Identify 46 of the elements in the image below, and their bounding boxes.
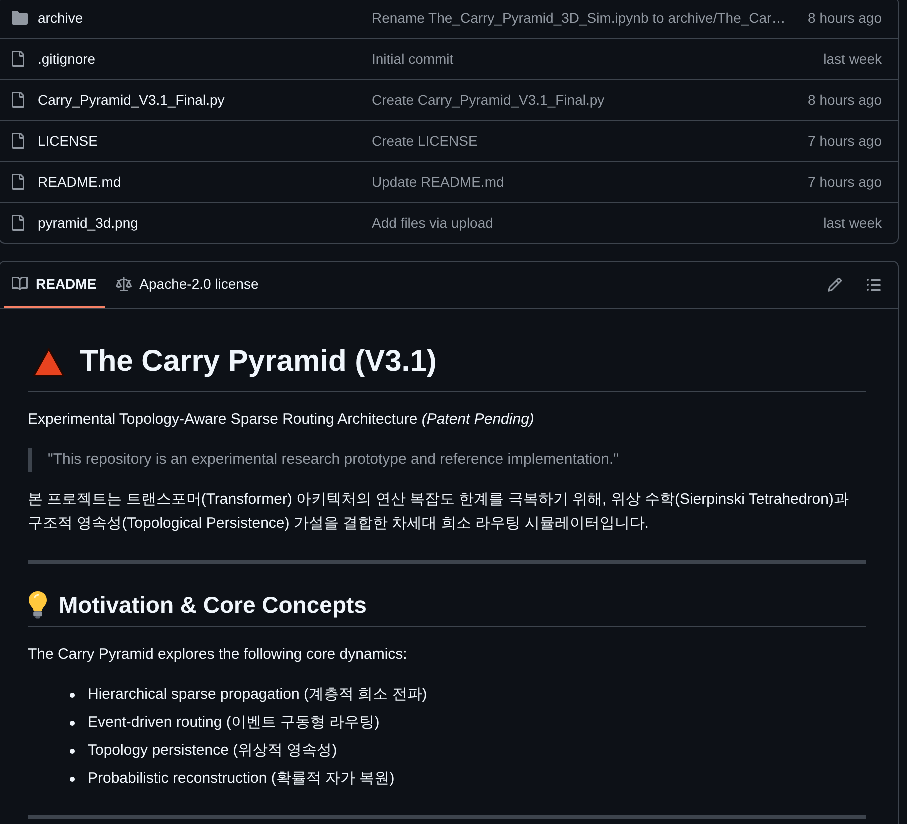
intro-paragraph: 본 프로젝트는 트랜스포머(Transformer) 아키텍처의 연산 복잡도 한계를 극복하기 위해, 위상 수학(Sierpinski Tetrahedron)과 구조적 영속성(Topological Persistence) 가설을 결합한 차세대 희소 라우팅 시뮬레이터입니다. — [28, 490, 850, 534]
list-item: Event-driven routing (이벤트 구동형 라우팅) — [88, 713, 380, 733]
commit-message[interactable]: Update README.md — [372, 174, 504, 190]
file-icon — [12, 92, 24, 108]
commit-time: last week — [824, 51, 882, 67]
bullet-icon — [70, 776, 75, 782]
list-icon[interactable] — [867, 279, 881, 291]
commit-message[interactable]: Rename The_Carry_Pyramid_3D_Sim.ipynb to archive/The_Car… — [372, 10, 786, 26]
commit-message[interactable]: Initial commit — [372, 51, 454, 67]
lightbulb-icon — [28, 591, 48, 619]
readme-tab[interactable]: README — [4, 262, 105, 308]
commit-time: 7 hours ago — [808, 174, 882, 190]
commit-time: last week — [824, 215, 882, 231]
list-item: Hierarchical sparse propagation (계층적 희소 전파) — [88, 685, 428, 705]
readme-title: The Carry Pyramid (V3.1) — [80, 344, 437, 380]
file-icon — [12, 133, 24, 149]
file-icon — [12, 215, 24, 231]
license-tab[interactable]: Apache-2.0 license — [108, 262, 267, 308]
scale-icon — [116, 276, 132, 292]
lead-paragraph: The Carry Pyramid explores the following core dynamics: — [28, 645, 408, 665]
bullet-icon — [70, 748, 75, 754]
commit-message[interactable]: Add files via upload — [372, 215, 494, 231]
file-name[interactable]: pyramid_3d.png — [38, 215, 138, 231]
commit-time: 8 hours ago — [808, 10, 882, 26]
triangle-icon — [33, 348, 65, 376]
list-item: Probabilistic reconstruction (확률적 자가 복원) — [88, 769, 395, 789]
subtitle-text: Experimental Topology-Aware Sparse Routing Architecture (Patent Pending) — [28, 410, 536, 430]
file-icon — [12, 51, 24, 67]
book-icon — [12, 277, 28, 291]
commit-message[interactable]: Create LICENSE — [372, 133, 478, 149]
file-name[interactable]: archive — [38, 10, 84, 26]
list-item: Topology persistence (위상적 영속성) — [88, 741, 338, 761]
bullet-icon — [70, 720, 75, 726]
section-heading: Motivation & Core Concepts — [59, 591, 367, 620]
file-name[interactable]: README.md — [38, 174, 122, 190]
blockquote: "This repository is an experimental research prototype and reference implementation." — [28, 448, 866, 472]
folder-icon — [12, 11, 28, 25]
file-name[interactable]: .gitignore — [38, 51, 96, 67]
file-icon — [12, 174, 24, 190]
commit-time: 8 hours ago — [808, 92, 882, 108]
file-name[interactable]: LICENSE — [38, 133, 98, 149]
file-name[interactable]: Carry_Pyramid_V3.1_Final.py — [38, 92, 225, 108]
commit-message[interactable]: Create Carry_Pyramid_V3.1_Final.py — [372, 92, 605, 108]
bullet-icon — [70, 692, 75, 698]
pencil-icon[interactable] — [828, 278, 842, 292]
commit-time: 7 hours ago — [808, 133, 882, 149]
